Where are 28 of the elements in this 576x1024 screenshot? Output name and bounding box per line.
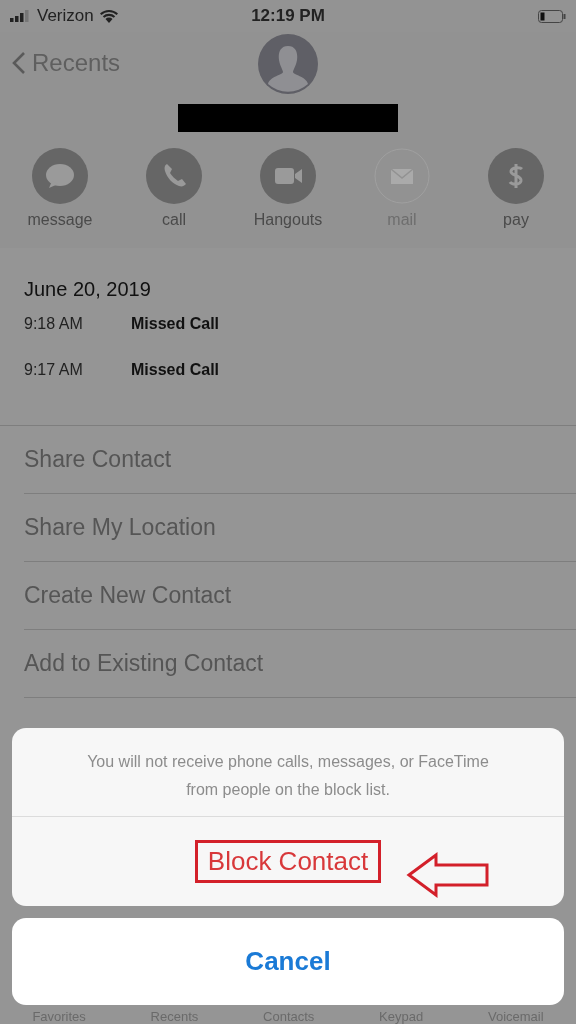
call-time: 9:18 AM <box>24 315 84 333</box>
status-time: 12:19 PM <box>251 6 325 26</box>
battery-icon <box>538 9 566 23</box>
speech-bubble-icon <box>32 148 88 204</box>
phone-icon <box>146 148 202 204</box>
option-item[interactable]: Create New Contact <box>24 562 576 630</box>
contact-action-button[interactable]: pay <box>474 148 558 230</box>
envelope-icon <box>374 148 430 204</box>
contact-action-button[interactable]: call <box>132 148 216 230</box>
carrier-name: Verizon <box>37 6 94 26</box>
option-item[interactable]: Share Contact <box>24 426 576 494</box>
contact-action-button[interactable]: Hangouts <box>246 148 330 230</box>
call-date: June 20, 2019 <box>24 278 152 301</box>
call-type: Missed Call <box>131 361 220 379</box>
dollar-icon <box>488 148 544 204</box>
contact-action-button[interactable]: message <box>18 148 102 230</box>
sheet-message: You will not receive phone calls, messages, or FaceTime from people on the block list. <box>12 728 564 817</box>
wifi-icon <box>98 9 119 23</box>
arrow-icon <box>406 852 490 898</box>
option-item[interactable]: Share My Location <box>24 494 576 562</box>
chevron-left-icon <box>12 51 26 75</box>
cancel-button[interactable]: Cancel <box>12 918 564 1005</box>
video-camera-icon <box>260 148 316 204</box>
call-time: 9:17 AM <box>24 361 84 379</box>
block-contact-button[interactable]: Block Contact <box>12 817 564 906</box>
call-type: Missed Call <box>131 315 220 333</box>
signal-icon <box>10 10 32 22</box>
option-item[interactable]: Add to Existing Contact <box>24 630 576 698</box>
